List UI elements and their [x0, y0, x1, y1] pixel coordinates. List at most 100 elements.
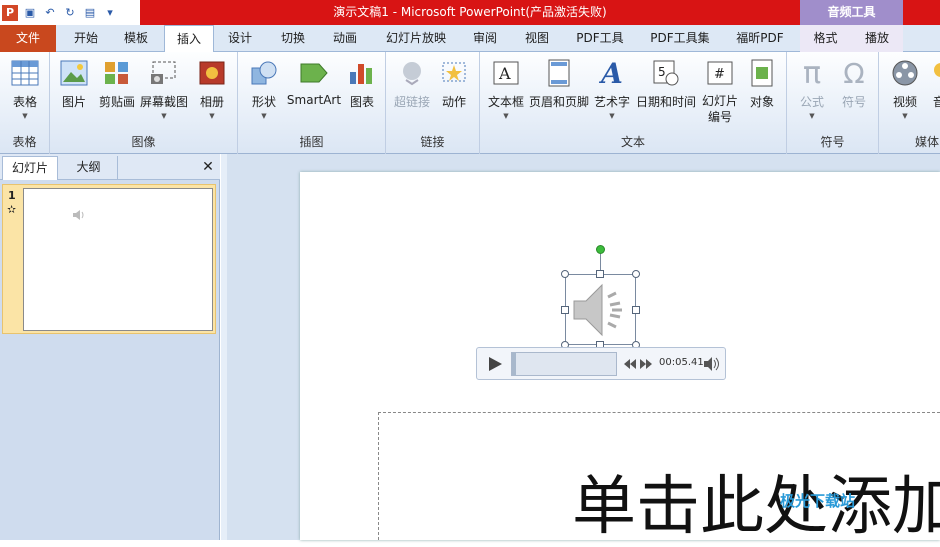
calendar-icon: 5: [650, 57, 682, 89]
audio-button[interactable]: 音: [931, 57, 940, 110]
tab-review[interactable]: 审阅: [465, 25, 505, 52]
layout-icon[interactable]: ▤: [82, 5, 98, 21]
slide-pane: 幻灯片 大纲 ✕ 1 ✫: [0, 154, 220, 540]
close-pane-icon[interactable]: ✕: [198, 156, 218, 180]
dropdown-arrow-icon: ▼: [902, 112, 908, 120]
tab-home[interactable]: 开始: [64, 25, 108, 52]
tab-design[interactable]: 设计: [220, 25, 260, 52]
screenshot-button[interactable]: 屏幕截图 ▼: [138, 57, 190, 120]
group-label: 符号: [820, 135, 845, 149]
action-button[interactable]: 动作: [436, 57, 472, 110]
smartart-icon: [298, 57, 330, 89]
audio-player-bar: 00:05.41: [476, 347, 726, 380]
equation-button[interactable]: π 公式 ▼: [793, 55, 831, 121]
slide-thumbnail[interactable]: [23, 188, 213, 331]
tab-transition[interactable]: 切换: [273, 25, 313, 52]
undo-icon[interactable]: ↶: [42, 5, 58, 21]
play-icon[interactable]: [487, 356, 503, 372]
volume-icon[interactable]: [703, 356, 721, 372]
tab-foxit-pdf[interactable]: 福昕PDF: [728, 25, 792, 52]
tab-pdf-toolset[interactable]: PDF工具集: [645, 25, 715, 52]
resize-handle[interactable]: [561, 306, 569, 314]
save-icon[interactable]: ▣: [22, 5, 38, 21]
slide-number-button[interactable]: # 幻灯片 编号: [698, 57, 742, 125]
object-icon: [746, 57, 778, 89]
clipart-icon: [101, 57, 133, 89]
svg-text:5: 5: [658, 65, 666, 79]
clipart-button[interactable]: 剪贴画: [96, 57, 138, 110]
photo-album-button[interactable]: 相册 ▼: [194, 57, 230, 120]
thumbnail-speaker-icon: [73, 210, 84, 220]
tab-insert[interactable]: 插入: [164, 25, 214, 53]
video-button[interactable]: 视频 ▼: [885, 57, 925, 120]
ribbon: 表格▼ 表格 图片 剪贴画 屏幕截图▼ 相册▼ 图像 形状▼ Smart: [0, 52, 940, 154]
window-title: 演示文稿1 - Microsoft PowerPoint(产品激活失败): [333, 5, 607, 19]
slide-number-icon: #: [704, 57, 736, 89]
redo-icon[interactable]: ↻: [62, 5, 78, 21]
header-footer-button[interactable]: 页眉和页脚: [528, 57, 590, 110]
pane-tabs: 幻灯片 大纲 ✕: [0, 154, 220, 180]
seek-back-icon[interactable]: [623, 358, 637, 370]
tab-format[interactable]: 格式: [800, 25, 851, 52]
picture-button[interactable]: 图片: [56, 57, 92, 110]
resize-handle[interactable]: [561, 270, 569, 278]
tab-pdf-tools[interactable]: PDF工具: [569, 25, 631, 52]
dropdown-arrow-icon: ▼: [161, 112, 167, 120]
group-label: 插图: [299, 135, 324, 149]
dropdown-arrow-icon: ▼: [22, 112, 28, 120]
chart-icon: [346, 57, 378, 89]
svg-text:#: #: [714, 67, 725, 82]
tab-slideshow[interactable]: 幻灯片放映: [380, 25, 452, 52]
chart-button[interactable]: 图表: [344, 57, 380, 110]
progress-thumb[interactable]: [512, 353, 516, 375]
smartart-button[interactable]: SmartArt: [286, 57, 342, 107]
header-footer-icon: [543, 57, 575, 89]
resize-handle[interactable]: [632, 270, 640, 278]
photo-album-icon: [196, 57, 228, 89]
tab-playback[interactable]: 播放: [851, 25, 903, 52]
group-illustrations: 形状 ▼ SmartArt 图表 插图: [238, 52, 386, 154]
tab-template[interactable]: 模板: [114, 25, 158, 52]
group-images: 图片 剪贴画 屏幕截图 ▼ 相册 ▼ 图像: [50, 52, 238, 154]
tab-file[interactable]: 文件: [0, 25, 56, 52]
dropdown-arrow-icon: ▼: [503, 112, 509, 120]
table-button[interactable]: 表格 ▼: [5, 57, 45, 120]
shapes-icon: [248, 57, 280, 89]
wordart-icon: A: [601, 56, 623, 90]
resize-handle[interactable]: [632, 306, 640, 314]
customize-qat-icon[interactable]: ▾: [102, 5, 118, 21]
rotation-handle[interactable]: [596, 245, 605, 254]
tab-view[interactable]: 视图: [517, 25, 557, 52]
group-label: 文本: [620, 135, 645, 149]
textbox-button[interactable]: A 文本框 ▼: [484, 57, 528, 120]
resize-handle[interactable]: [596, 270, 604, 278]
tab-slides[interactable]: 幻灯片: [2, 156, 58, 180]
object-button[interactable]: 对象: [744, 57, 780, 110]
animation-star-icon: ✫: [7, 203, 17, 216]
powerpoint-logo-icon[interactable]: P: [2, 4, 18, 21]
audio-object[interactable]: [565, 274, 636, 345]
group-label: 表格: [12, 135, 37, 149]
group-symbols: π 公式 ▼ Ω 符号 符号: [787, 52, 879, 154]
hyperlink-button[interactable]: 超链接: [392, 57, 432, 110]
group-label: 链接: [420, 135, 445, 149]
group-label: 媒体: [915, 135, 940, 149]
tab-outline[interactable]: 大纲: [60, 156, 118, 180]
tab-animation[interactable]: 动画: [325, 25, 365, 52]
wordart-button[interactable]: A 艺术字 ▼: [592, 56, 632, 121]
speaker-icon: [573, 283, 622, 337]
date-time-button[interactable]: 5 日期和时间: [634, 57, 698, 110]
hyperlink-icon: [396, 57, 428, 89]
group-label: 图像: [131, 135, 156, 149]
dropdown-arrow-icon: ▼: [209, 112, 215, 120]
audio-tools-context-label: 音频工具: [800, 0, 903, 25]
table-icon: [9, 57, 41, 89]
symbol-button[interactable]: Ω 符号: [835, 57, 873, 110]
seek-forward-icon[interactable]: [639, 358, 653, 370]
placeholder-text[interactable]: 单击此处添加: [572, 455, 940, 547]
slide-thumbnail-item[interactable]: 1 ✫: [2, 184, 216, 334]
pi-icon: π: [802, 55, 822, 91]
action-icon: [438, 57, 470, 89]
shapes-button[interactable]: 形状 ▼: [246, 57, 282, 120]
progress-track[interactable]: [511, 352, 617, 376]
